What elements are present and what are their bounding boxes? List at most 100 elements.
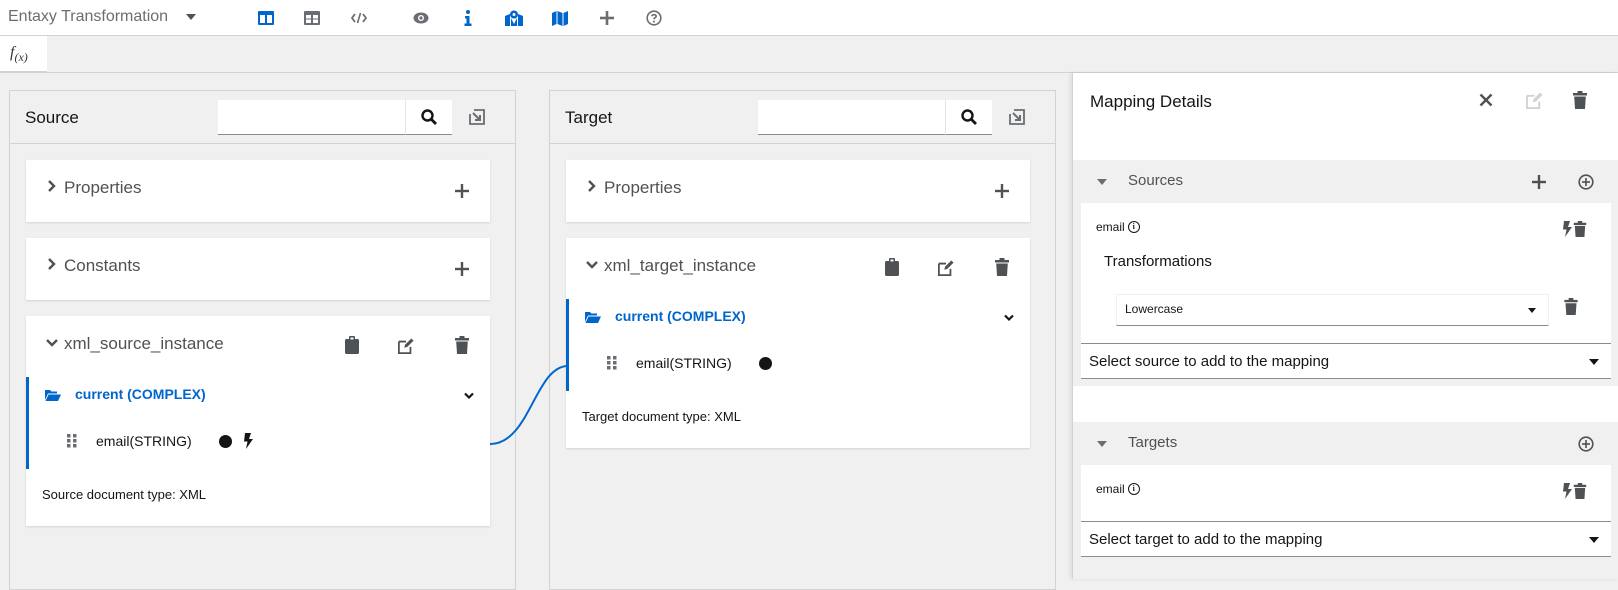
- target-panel-header: Target: [550, 91, 1055, 144]
- trash-icon[interactable]: [1573, 483, 1587, 499]
- sources-label: Sources: [1128, 172, 1184, 189]
- code-view-button[interactable]: [349, 8, 369, 28]
- source-constants-card[interactable]: Constants: [26, 238, 490, 300]
- help-button[interactable]: [644, 8, 664, 28]
- source-instance-card: xml_source_instance current (COMPLEX) em…: [26, 316, 490, 526]
- select-target-dropdown[interactable]: Select target to add to the mapping: [1081, 521, 1611, 557]
- edit-icon[interactable]: [938, 259, 954, 277]
- caret-down-icon[interactable]: [1097, 441, 1107, 447]
- target-field-name: email: [1096, 482, 1125, 496]
- toolbar: Entaxy Transformation: [0, 0, 1618, 36]
- drag-handle-icon[interactable]: [607, 356, 617, 370]
- trash-icon[interactable]: [1573, 91, 1587, 109]
- target-properties-label: Properties: [604, 178, 682, 197]
- target-complex-label[interactable]: current (COMPLEX): [615, 308, 746, 324]
- add-source-icon[interactable]: [1531, 174, 1547, 190]
- clipboard-icon[interactable]: [344, 336, 360, 354]
- source-panel: Source Properties Constants xml_source_i…: [9, 90, 516, 590]
- source-properties-card[interactable]: Properties: [26, 160, 490, 222]
- source-doc-tree: current (COMPLEX) email(STRING): [26, 377, 490, 469]
- tab-functions[interactable]: f(x): [0, 36, 47, 73]
- target-search-input[interactable]: [758, 100, 945, 135]
- eye-icon: [413, 12, 429, 24]
- trash-icon[interactable]: [454, 336, 470, 354]
- columns-view-button[interactable]: [256, 8, 276, 28]
- source-mapped-field: email i Transformations Lowercase: [1081, 203, 1611, 343]
- columns-view-icon: [258, 11, 274, 25]
- preview-button[interactable]: [411, 8, 431, 28]
- source-search-input[interactable]: [218, 100, 405, 135]
- edit-icon[interactable]: [398, 337, 414, 355]
- info-circle-icon[interactable]: i: [1127, 221, 1140, 233]
- target-search-button[interactable]: [945, 100, 992, 135]
- export-icon: [1009, 109, 1025, 125]
- help-icon: [646, 10, 662, 26]
- source-complex-label[interactable]: current (COMPLEX): [75, 386, 206, 402]
- target-instance-label: xml_target_instance: [604, 256, 757, 275]
- source-field-label[interactable]: email(STRING): [96, 433, 192, 449]
- trash-icon[interactable]: [1564, 298, 1578, 315]
- table-view-button[interactable]: [302, 8, 322, 28]
- source-constants-label: Constants: [64, 256, 141, 275]
- caret-down-icon: [1589, 359, 1599, 365]
- chevron-right-icon: [588, 180, 596, 192]
- close-icon[interactable]: [1479, 93, 1493, 107]
- target-field-label[interactable]: email(STRING): [636, 355, 732, 371]
- app-selector[interactable]: Entaxy Transformation: [8, 8, 197, 26]
- info-icon: [464, 10, 472, 26]
- plus-icon: [600, 11, 614, 25]
- target-panel: Target Properties xml_target_instance cu…: [549, 90, 1056, 590]
- select-source-placeholder: Select source to add to the mapping: [1089, 353, 1330, 370]
- target-properties-card[interactable]: Properties: [566, 160, 1030, 222]
- add-property-icon[interactable]: [454, 183, 470, 199]
- source-panel-header: Source: [10, 91, 515, 144]
- source-mapped-field-label: email i: [1096, 220, 1140, 234]
- add-circle-icon[interactable]: [1578, 174, 1594, 190]
- map-icon: [552, 10, 568, 26]
- mapped-indicator-icon: [219, 435, 232, 448]
- select-source-dropdown[interactable]: Select source to add to the mapping: [1081, 343, 1611, 379]
- info-circle-icon[interactable]: i: [1127, 483, 1140, 495]
- export-icon: [469, 109, 485, 125]
- chevron-down-icon[interactable]: [1004, 314, 1014, 322]
- target-panel-title: Target: [565, 108, 613, 127]
- chevron-down-icon[interactable]: [464, 392, 474, 400]
- search-icon: [421, 109, 437, 125]
- caret-down-icon: [1589, 537, 1599, 543]
- target-export-button[interactable]: [1008, 108, 1026, 126]
- target-instance-card: xml_target_instance current (COMPLEX) em…: [566, 238, 1030, 448]
- trash-icon[interactable]: [994, 258, 1010, 276]
- targets-label: Targets: [1128, 434, 1178, 451]
- clipboard-icon[interactable]: [884, 258, 900, 276]
- map-marked-icon: [505, 10, 523, 26]
- mapping-details-panel: Mapping Details Sources email i Transfor…: [1072, 73, 1618, 579]
- bolt-icon[interactable]: [1562, 221, 1572, 237]
- add-circle-icon[interactable]: [1578, 436, 1594, 452]
- transformation-select[interactable]: Lowercase: [1116, 294, 1549, 326]
- bolt-icon: [244, 433, 253, 449]
- info-button[interactable]: [458, 8, 478, 28]
- target-doc-type: Target document type: XML: [582, 409, 741, 424]
- bolt-icon[interactable]: [1562, 483, 1572, 499]
- tab-functions-sub: (x): [14, 50, 28, 65]
- source-export-button[interactable]: [468, 108, 486, 126]
- chevron-down-icon[interactable]: [586, 259, 598, 271]
- map-marked-button[interactable]: [504, 8, 524, 28]
- source-search-button[interactable]: [405, 100, 452, 135]
- map-button[interactable]: [550, 8, 570, 28]
- add-button[interactable]: [597, 8, 617, 28]
- chevron-down-icon[interactable]: [46, 337, 58, 349]
- transformation-value: Lowercase: [1125, 302, 1184, 316]
- add-property-icon[interactable]: [994, 183, 1010, 199]
- edit-icon[interactable]: [1526, 92, 1543, 109]
- chevron-right-icon: [48, 180, 56, 192]
- transformations-label: Transformations: [1104, 253, 1212, 270]
- drag-handle-icon[interactable]: [67, 434, 77, 448]
- trash-icon[interactable]: [1573, 221, 1587, 237]
- code-view-icon: [351, 12, 367, 24]
- caret-down-icon[interactable]: [1097, 179, 1107, 185]
- mapping-details-title: Mapping Details: [1090, 92, 1212, 111]
- add-constant-icon[interactable]: [454, 261, 470, 277]
- targets-section: Targets email i Select target to add to …: [1073, 422, 1618, 579]
- source-doc-type: Source document type: XML: [42, 487, 207, 502]
